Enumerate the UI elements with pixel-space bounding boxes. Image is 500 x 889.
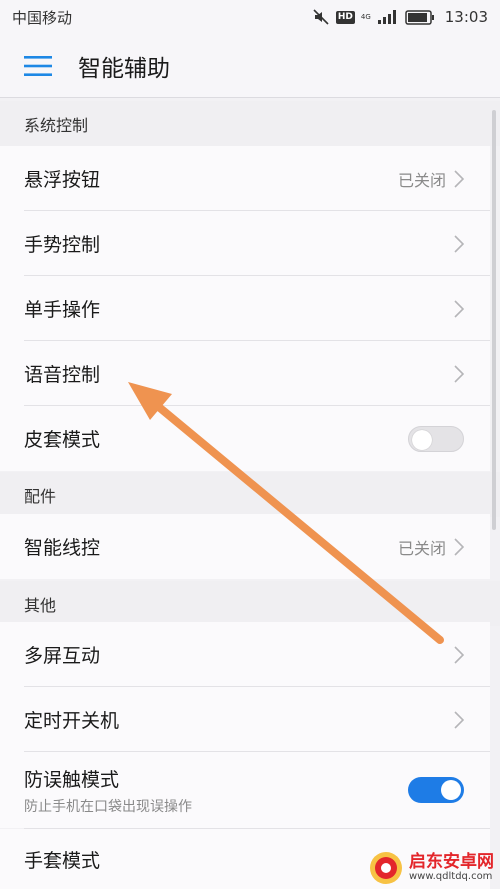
scrollbar[interactable] bbox=[492, 110, 496, 530]
row-smart-remote[interactable]: 智能线控 已关闭 bbox=[0, 514, 490, 579]
watermark-url: www.qdltdq.com bbox=[409, 870, 493, 882]
row-label: 防误触模式 bbox=[24, 768, 120, 791]
row-texts: 防误触模式 防止手机在口袋出现误操作 bbox=[24, 765, 408, 816]
carrier-label: 中国移动 bbox=[12, 8, 73, 27]
row-label: 悬浮按钮 bbox=[24, 169, 101, 191]
chevron-right-icon bbox=[454, 169, 464, 188]
row-accidental-touch: 防误触模式 防止手机在口袋出现误操作 bbox=[0, 752, 490, 828]
app-bar: 智能辅助 bbox=[0, 34, 500, 98]
watermark-name: 启东安卓网 bbox=[409, 851, 494, 872]
section-header-accessories: 配件 bbox=[0, 472, 500, 517]
chevron-right-icon bbox=[454, 299, 464, 318]
mute-icon bbox=[313, 9, 329, 25]
row-cover-mode: 皮套模式 bbox=[0, 406, 490, 471]
chevron-right-icon bbox=[454, 710, 464, 729]
row-label: 定时开关机 bbox=[24, 710, 120, 732]
row-label: 手势控制 bbox=[24, 234, 101, 256]
row-voice-control[interactable]: 语音控制 bbox=[0, 341, 490, 406]
section-header-system: 系统控制 bbox=[0, 101, 500, 146]
chevron-right-icon bbox=[454, 645, 464, 664]
row-label: 智能线控 bbox=[24, 537, 101, 559]
row-label: 皮套模式 bbox=[24, 429, 101, 451]
accidental-touch-toggle[interactable] bbox=[408, 777, 464, 803]
row-floating-button[interactable]: 悬浮按钮 已关闭 bbox=[0, 146, 490, 211]
network-type: 4G bbox=[360, 13, 371, 21]
battery-icon bbox=[405, 9, 434, 25]
row-multi-screen[interactable]: 多屏互动 bbox=[0, 622, 490, 687]
signal-icon bbox=[377, 10, 396, 24]
row-sublabel: 防止手机在口袋出现误操作 bbox=[24, 798, 192, 815]
status-icons: HD 4G 13:03 bbox=[312, 8, 488, 26]
chevron-right-icon bbox=[454, 537, 464, 556]
section-header-other: 其他 bbox=[0, 581, 500, 626]
row-gesture-control[interactable]: 手势控制 bbox=[0, 211, 490, 276]
watermark-text: 启东安卓网 www.qdltdq.com bbox=[409, 851, 494, 882]
toggle-knob bbox=[441, 780, 461, 800]
status-bar: 中国移动 HD 4G 13:03 bbox=[0, 0, 500, 34]
chevron-right-icon bbox=[454, 364, 464, 383]
cover-mode-toggle[interactable] bbox=[408, 425, 464, 452]
row-label: 多屏互动 bbox=[24, 645, 101, 667]
page-title: 智能辅助 bbox=[78, 55, 170, 82]
toggle-knob bbox=[412, 429, 432, 450]
row-value: 已关闭 bbox=[397, 538, 446, 558]
watermark-logo-icon bbox=[370, 852, 402, 884]
row-scheduled-power[interactable]: 定时开关机 bbox=[0, 687, 490, 752]
watermark: 启东安卓网 www.qdltdq.com bbox=[369, 851, 494, 885]
menu-icon[interactable] bbox=[24, 55, 52, 77]
row-one-hand[interactable]: 单手操作 bbox=[0, 276, 490, 341]
row-label: 单手操作 bbox=[24, 299, 101, 321]
clock: 13:03 bbox=[444, 8, 488, 26]
chevron-right-icon bbox=[454, 234, 464, 253]
row-value: 已关闭 bbox=[397, 170, 446, 190]
hd-badge: HD bbox=[335, 10, 355, 24]
row-label: 语音控制 bbox=[24, 364, 101, 386]
